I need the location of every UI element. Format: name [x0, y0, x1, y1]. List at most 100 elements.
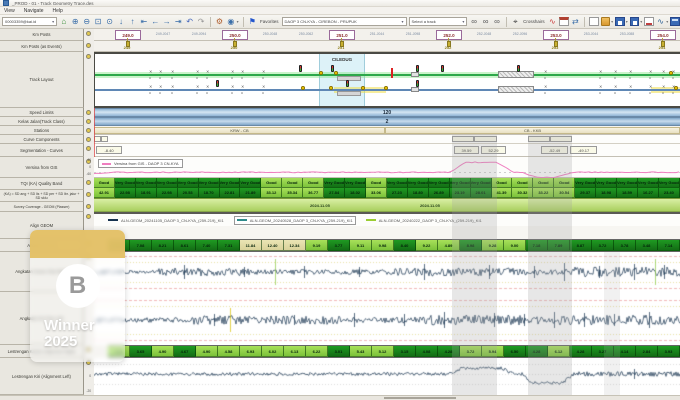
track-layout-panel: CILEDUG ✕ʌ✕ʌ✕ʌ✕ʌ✕ʌ✕ʌ✕ʌ✕ʌ✕ʌ✕ʌ✕ʌ✕ʌ✕ʌ✕ʌ✕ʌ✕ʌ… — [94, 52, 680, 108]
pan-down-icon[interactable]: ↓ — [116, 17, 125, 27]
sidebar-row-versina-gis[interactable]: Versina from GIS600-60 — [0, 157, 84, 178]
tqi-value-cell: 23.40 — [659, 188, 680, 198]
find-right-icon[interactable]: ∞ — [492, 17, 501, 27]
zoom-out-icon[interactable]: ⊖ — [82, 17, 91, 27]
row-settings-icon[interactable] — [86, 137, 91, 142]
calendar-icon[interactable] — [559, 17, 569, 26]
fit-view-icon[interactable]: ⌂ — [59, 17, 68, 27]
menu-item-navigate[interactable]: Navigate — [24, 8, 44, 14]
menu-item-help[interactable]: Help — [52, 8, 62, 14]
row-settings-icon[interactable] — [86, 192, 91, 197]
find-left-icon[interactable]: ∞ — [481, 17, 490, 27]
undo-icon[interactable]: ↶ — [185, 17, 194, 27]
row-settings-icon[interactable] — [86, 128, 91, 133]
row-settings-icon[interactable] — [86, 31, 91, 36]
go-next-icon[interactable]: → — [162, 17, 171, 27]
row-settings-icon[interactable] — [86, 214, 91, 219]
track-combo-value: Select a track — [412, 19, 436, 24]
km-post-label: 251.0 — [329, 30, 355, 40]
vehicle-icon[interactable]: ⚙ — [215, 17, 224, 27]
zoom-in-icon[interactable]: ⊕ — [71, 17, 80, 27]
row-settings-icon[interactable] — [86, 204, 91, 209]
tqi-band-cell: Good — [261, 178, 282, 188]
sidebar-row-label: Track Layout — [29, 77, 53, 82]
save-as-icon[interactable] — [630, 17, 640, 26]
curve-chart-icon[interactable]: ∿ — [548, 17, 557, 27]
route-combo[interactable]: DAOP 3 CN-KYA - CIREBON - PRUPUK▾ — [282, 17, 407, 26]
row-settings-icon[interactable] — [86, 180, 91, 185]
pan-up-icon[interactable]: ↑ — [128, 17, 137, 27]
track-combo[interactable]: Select a track ▾ — [409, 17, 468, 26]
level-crossing-mark: ʌ — [231, 91, 233, 95]
sidebar-row-track-class[interactable]: Kelas Jalan(Track Class) — [0, 117, 84, 126]
redo-icon[interactable]: ↷ — [196, 17, 205, 27]
save-icon[interactable] — [615, 17, 625, 26]
find-icon[interactable]: ∞ — [469, 17, 478, 27]
versina-panel: Versina from GIS - DAOP 3 CN-KYA — [94, 157, 680, 178]
chevron-down-icon[interactable]: ▾ — [626, 19, 628, 24]
km-posts-events-row: 249250251252253254 — [94, 41, 680, 52]
alignment-value-cell: 6.02 — [262, 346, 284, 357]
zoom-previous-icon[interactable]: ⊙ — [105, 17, 114, 27]
chevron-down-icon: ▾ — [402, 19, 404, 24]
chevron-down-icon[interactable]: ▾ — [640, 19, 642, 24]
sidebar-row-tqi-band[interactable]: TQI (KA) Quality Band — [0, 178, 84, 190]
sidebar-row-coverage[interactable]: Survey Coverage - GEOM (Plasser) — [0, 202, 84, 212]
switch-point-icon — [361, 86, 365, 90]
horizontal-scrollbar-thumb[interactable] — [384, 397, 456, 399]
alignment-value-cell: 6.50 — [504, 346, 526, 357]
app-window-icon[interactable] — [670, 17, 680, 26]
row-settings-icon[interactable] — [86, 119, 91, 124]
sidebar-row-tqi-formula[interactable]: (KA) = SD ang + SD lis + SD per + SD lbr… — [0, 190, 84, 202]
crosshairs-icon[interactable]: ⌖ — [511, 17, 520, 27]
chevron-down-icon[interactable]: ▾ — [666, 19, 668, 24]
new-report-icon[interactable] — [589, 17, 599, 26]
sidebar-row-curve-components[interactable]: Curve Components — [0, 135, 84, 144]
row-settings-icon[interactable] — [86, 54, 91, 59]
stations-bar: KRW - CB CB - KKB — [94, 126, 680, 135]
favorites-flag-icon[interactable]: ⚑ — [248, 17, 257, 27]
station-segment[interactable]: CB - KKB — [385, 127, 680, 134]
level-crossing-mark: ✕ — [544, 70, 547, 74]
tqi-value-cell: 21.89 — [240, 188, 261, 198]
export-chart-icon[interactable] — [644, 17, 654, 26]
row-settings-icon[interactable] — [86, 146, 91, 151]
locate-icon[interactable]: ◉ — [226, 17, 235, 27]
angkatan-right-trace — [94, 252, 680, 293]
switch-point-icon — [384, 86, 388, 90]
km-post-minor-label: 253.J044 — [578, 32, 604, 36]
sidebar-row-track-layout[interactable]: Track Layout — [0, 52, 84, 108]
sidebar-row-alignment-left[interactable]: Lestrengan Kiri (Alignment Left)200-20 — [0, 358, 84, 395]
open-folder-icon[interactable] — [601, 17, 611, 26]
sidebar-row-km-posts[interactable]: Km Posts — [0, 29, 84, 41]
track-class-bar: 2 — [94, 117, 680, 126]
tqi-value-cell: 33.12 — [261, 188, 282, 198]
title-bar: _PROD - 01 - Track Geometry Trace.des — [0, 0, 680, 7]
account-combo[interactable]: 00003359@kai.id▾ — [2, 17, 57, 26]
tqi-band-cell: Very Good — [157, 178, 178, 188]
chevron-down-icon: ▾ — [462, 19, 464, 24]
chevron-down-icon[interactable]: ▾ — [237, 19, 239, 24]
level-crossing-mark: ✕ — [662, 70, 665, 74]
curve-components-row — [94, 135, 680, 144]
sidebar-row-stations[interactable]: Stations — [0, 126, 84, 135]
angkatan-value-cell: 8.87 — [570, 240, 592, 251]
sidebar-row-segmentation-curves[interactable]: Segmentation - Curves — [0, 144, 84, 157]
row-settings-icon[interactable] — [86, 43, 91, 48]
trend-icon[interactable]: ∿ — [656, 17, 665, 27]
menu-item-view[interactable]: View — [4, 8, 15, 14]
km-post-label: 254.0 — [650, 30, 676, 40]
chevron-down-icon[interactable]: ▾ — [611, 19, 613, 24]
legend-series-name: ALN-GEOM_20241105_DAOP 3_CN-KYA_(259-219… — [121, 218, 224, 223]
sidebar-row-speed-limits[interactable]: Speed Limits — [0, 108, 84, 117]
go-prev-icon[interactable]: ← — [151, 17, 160, 27]
zoom-window-icon[interactable]: ⊡ — [93, 17, 102, 27]
go-last-icon[interactable]: ⇥ — [173, 17, 182, 27]
sidebar-row-km-posts-events[interactable]: Km Posts (as Events) — [0, 41, 84, 52]
level-crossing-mark: ✕ — [662, 85, 665, 89]
row-settings-icon[interactable] — [86, 110, 91, 115]
level-crossing-mark: ʌ — [159, 76, 161, 80]
station-segment[interactable]: KRW - CB — [94, 127, 385, 134]
go-first-icon[interactable]: ⇤ — [139, 17, 148, 27]
refresh-icon[interactable]: ⇄ — [571, 17, 580, 27]
